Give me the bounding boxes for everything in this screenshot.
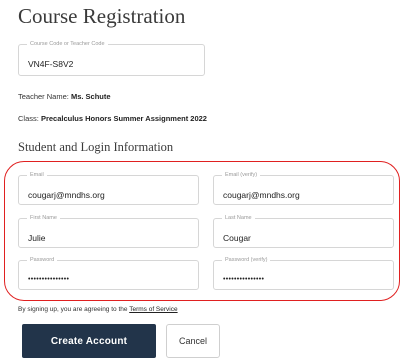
teacher-name-label: Teacher Name: (18, 92, 69, 101)
email-label: Email (27, 171, 47, 180)
terms-of-service-link[interactable]: Terms of Service (129, 306, 177, 313)
last-name-input[interactable]: Cougar (223, 233, 251, 243)
page-title: Course Registration (18, 4, 186, 28)
teacher-name: Teacher Name: Ms. Schute (18, 92, 111, 101)
last-name-label: Last Name (222, 214, 255, 223)
terms-text: By signing up, you are agreeing to the (18, 306, 128, 313)
first-name-input[interactable]: Julie (28, 233, 45, 243)
email-input[interactable]: cougarj@mndhs.org (28, 190, 105, 200)
course-code-input[interactable]: VN4F-S8V2 (28, 59, 73, 69)
password-verify-input[interactable]: ••••••••••••••• (223, 276, 264, 283)
password-verify-label: Password (verify) (222, 256, 271, 265)
password-verify-field[interactable]: Password (verify) ••••••••••••••• (213, 256, 394, 290)
password-input[interactable]: ••••••••••••••• (28, 276, 69, 283)
course-code-field[interactable]: Course Code or Teacher Code VN4F-S8V2 (18, 40, 205, 76)
class-name: Class: Precalculus Honors Summer Assignm… (18, 114, 207, 123)
last-name-field[interactable]: Last Name Cougar (213, 214, 394, 248)
course-code-label: Course Code or Teacher Code (27, 40, 108, 49)
email-verify-label: Email (verify) (222, 171, 261, 180)
section-title: Student and Login Information (18, 140, 174, 154)
first-name-field[interactable]: First Name Julie (18, 214, 199, 248)
email-field[interactable]: Email cougarj@mndhs.org (18, 171, 199, 205)
password-label: Password (27, 256, 58, 265)
terms-notice: By signing up, you are agreeing to the T… (18, 306, 178, 313)
email-verify-field[interactable]: Email (verify) cougarj@mndhs.org (213, 171, 394, 205)
password-field[interactable]: Password ••••••••••••••• (18, 256, 199, 290)
class-name-value: Precalculus Honors Summer Assignment 202… (40, 114, 207, 123)
teacher-name-value: Ms. Schute (70, 92, 111, 101)
class-name-label: Class: (18, 114, 39, 123)
first-name-label: First Name (27, 214, 60, 223)
email-verify-input[interactable]: cougarj@mndhs.org (223, 190, 300, 200)
